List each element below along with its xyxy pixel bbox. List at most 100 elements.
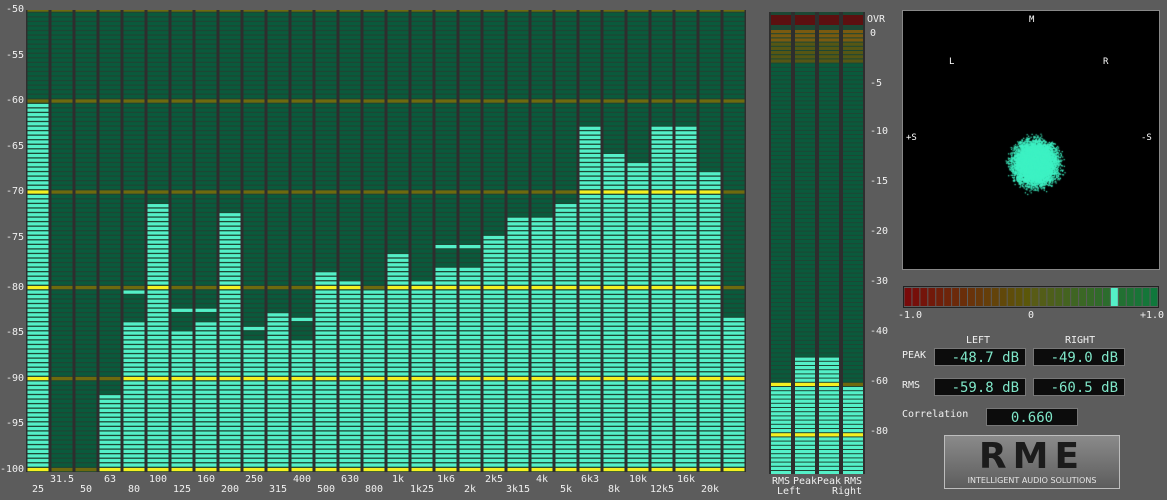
y-tick-label: -65	[5, 140, 24, 152]
band-label: 25	[31, 484, 45, 495]
band-label: 250	[244, 474, 264, 485]
peak-right-readout: -49.0 dB	[1033, 348, 1125, 366]
y-tick-label: -80	[5, 281, 24, 293]
band-label: 20k	[700, 484, 720, 495]
spectrum-bar	[75, 10, 97, 472]
level-scale-label: -5	[870, 78, 883, 89]
y-tick-label: -95	[5, 418, 24, 430]
gonio-scatter	[903, 11, 1159, 269]
spectrum-bar	[315, 10, 337, 472]
band-label: 200	[220, 484, 240, 495]
band-label: 2k	[463, 484, 477, 495]
y-tick-label: -75	[5, 231, 24, 243]
correlation-label: Correlation	[902, 409, 969, 420]
band-label: 1k6	[436, 474, 456, 485]
spectrum-bar	[171, 10, 193, 472]
correlation-segment	[920, 288, 928, 306]
correlation-segment	[1039, 288, 1047, 306]
band-label: 500	[316, 484, 336, 495]
level-scale-label: -30	[870, 276, 889, 287]
peak-left-readout: -48.7 dB	[934, 348, 1026, 366]
y-tick-label: -85	[5, 327, 24, 339]
spectrum-bar	[363, 10, 385, 472]
readout-col-right: RIGHT	[1065, 335, 1096, 346]
correlation-segment	[968, 288, 975, 306]
band-label: 10k	[628, 474, 648, 485]
band-label: 400	[292, 474, 312, 485]
spectrum-bar	[243, 10, 265, 472]
readout-col-left: LEFT	[966, 335, 991, 346]
correlation-segment	[1126, 288, 1134, 306]
spectrum-bar	[699, 10, 721, 472]
band-label: 8k	[607, 484, 621, 495]
level-scale-label: 0	[870, 28, 877, 39]
correlation-segment	[904, 288, 912, 306]
spectrum-bar	[291, 10, 313, 472]
band-label: 100	[148, 474, 168, 485]
correlation-segment	[912, 288, 920, 306]
correlation-segment	[1134, 288, 1142, 306]
correlation-segment	[944, 288, 952, 306]
spectrum-bar	[51, 10, 73, 472]
band-label: 2k5	[484, 474, 504, 485]
correlation-segment	[960, 288, 967, 306]
spectrum-bar	[507, 10, 529, 472]
correlation-segment	[928, 288, 936, 306]
level-scale-label: -15	[870, 176, 889, 187]
level-bar	[843, 12, 863, 474]
rms-left-readout: -59.8 dB	[934, 378, 1026, 396]
band-label: 5k	[559, 484, 573, 495]
y-tick-label: -100	[0, 463, 25, 475]
level-bar	[771, 12, 791, 474]
correlation-segment	[1102, 288, 1110, 306]
y-tick-label: -90	[5, 372, 24, 384]
spectrum-bar	[579, 10, 601, 472]
band-label: 4k	[535, 474, 549, 485]
correlation-segment	[1150, 288, 1158, 306]
spectrum-bar	[123, 10, 145, 472]
band-label: 12k5	[649, 484, 675, 495]
band-label: 160	[196, 474, 216, 485]
y-tick-label: -70	[5, 186, 24, 198]
correlation-segment	[936, 288, 944, 306]
level-bar	[795, 12, 815, 474]
correlation-segment	[1055, 288, 1063, 306]
spectrum-bar	[195, 10, 217, 472]
rms-label: RMS	[902, 380, 921, 391]
rms-right-readout: -60.5 dB	[1033, 378, 1125, 396]
correlation-segment	[1015, 288, 1023, 306]
correlation-segment	[991, 288, 999, 306]
band-label: 1k25	[409, 484, 435, 495]
correlation-segment	[952, 288, 960, 306]
correlation-segment	[1079, 288, 1087, 306]
peak-label: PEAK	[902, 350, 927, 361]
level-scale-label: -60	[870, 376, 889, 387]
correlation-meter	[903, 286, 1159, 308]
spectrum-bar	[459, 10, 481, 472]
spectrum-bar	[99, 10, 121, 472]
band-label: 630	[340, 474, 360, 485]
band-label: 800	[364, 484, 384, 495]
level-scale-label: -10	[870, 126, 889, 137]
spectrum-bar	[147, 10, 169, 472]
spectrum-bar	[387, 10, 409, 472]
spectrum-bar	[603, 10, 625, 472]
group-label: Right	[831, 486, 863, 497]
band-label: 315	[268, 484, 288, 495]
correlation-segment	[1047, 288, 1055, 306]
group-label: Left	[776, 486, 802, 497]
level-bar	[819, 12, 839, 474]
band-label: 31.5	[49, 474, 75, 485]
correlation-segment	[1142, 288, 1150, 306]
corr-scale-mid: 0	[1028, 310, 1035, 321]
overload-label: OVR	[867, 14, 886, 25]
spectrum-bar	[27, 10, 49, 472]
band-label: 125	[172, 484, 192, 495]
spectrum-bar	[723, 10, 745, 472]
rme-logo-tagline: INTELLIGENT AUDIO SOLUTIONS	[967, 476, 1097, 485]
spectrum-bar	[435, 10, 457, 472]
y-tick-label: -55	[5, 49, 24, 61]
spectrum-bar	[651, 10, 673, 472]
band-label: 6k3	[580, 474, 600, 485]
spectrum-bar	[555, 10, 577, 472]
